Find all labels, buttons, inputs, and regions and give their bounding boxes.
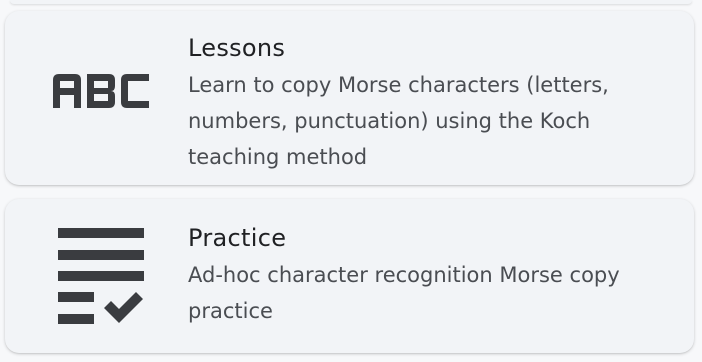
practice-description: Ad-hoc character recognition Morse copy … <box>188 263 620 323</box>
menu-screen: Lessons Learn to copy Morse characters (… <box>0 0 702 362</box>
abc-icon <box>46 61 156 121</box>
lessons-card[interactable]: Lessons Learn to copy Morse characters (… <box>5 11 694 185</box>
lessons-title: Lessons <box>188 34 286 62</box>
lessons-description: Learn to copy Morse characters (letters,… <box>188 73 609 169</box>
practice-card[interactable]: Practice Ad-hoc character recognition Mo… <box>5 199 694 353</box>
checklist-icon <box>46 221 156 331</box>
practice-title: Practice <box>188 224 287 252</box>
previous-card-edge <box>10 0 692 4</box>
checklist-icon-glyph <box>58 228 144 324</box>
abc-icon-glyph <box>53 74 149 108</box>
